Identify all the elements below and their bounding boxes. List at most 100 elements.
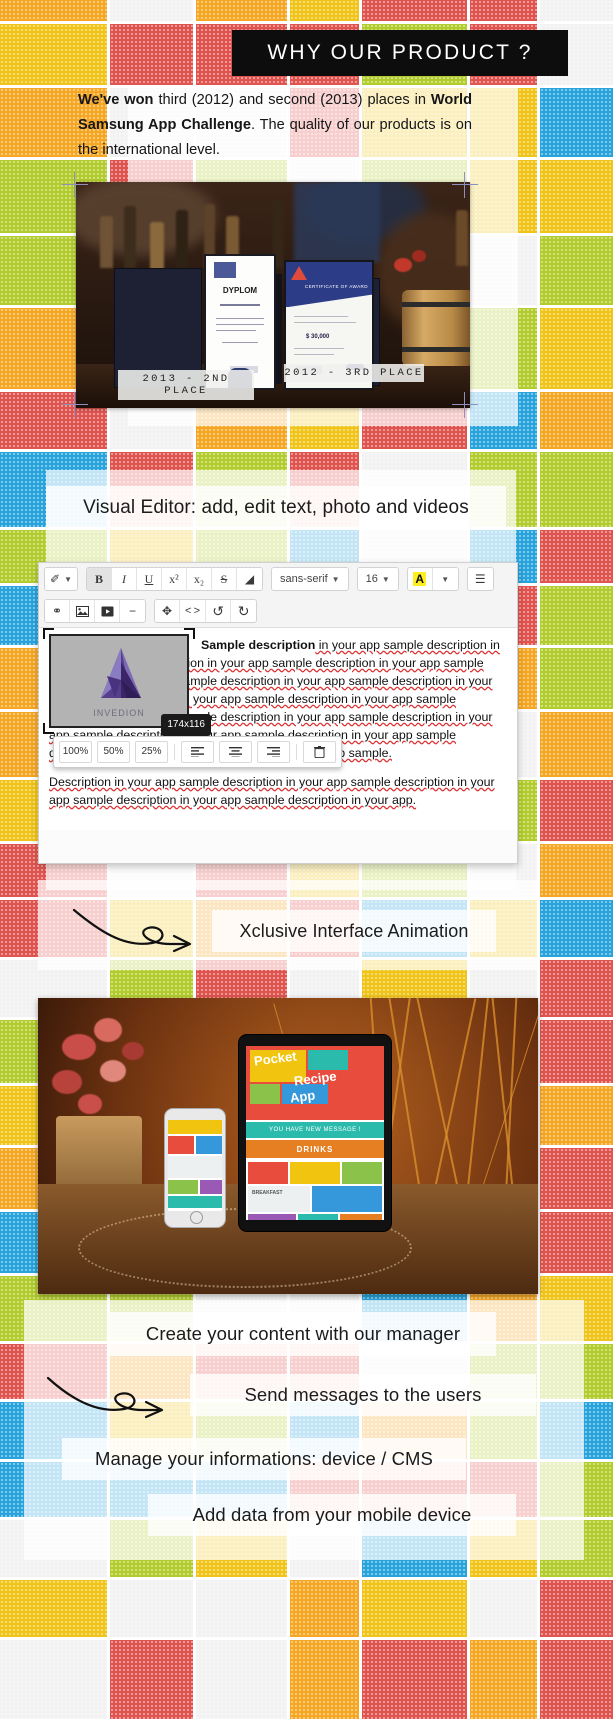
align-left-button[interactable] <box>181 741 214 763</box>
background-tile <box>540 780 613 841</box>
background-tile <box>290 1580 359 1637</box>
popup-separator-2 <box>296 744 297 760</box>
source-code-icon[interactable]: < > <box>180 600 207 622</box>
background-tile <box>540 88 613 157</box>
undo-icon[interactable]: ↺ <box>206 600 232 622</box>
resize-handle-bottom-left[interactable] <box>43 723 54 734</box>
style-picker-icon[interactable]: ✐ ▼ <box>45 568 77 590</box>
intro-text-1: third (2012) and second (2013) places in <box>153 92 431 108</box>
background-tile <box>470 0 537 21</box>
background-tile <box>540 1020 613 1083</box>
image-resize-popup[interactable]: 100% 50% 25% <box>53 736 342 768</box>
background-tile <box>470 1580 537 1637</box>
text-color-button[interactable]: A <box>407 568 433 590</box>
resize-handle-top-right[interactable] <box>184 628 195 639</box>
background-tile <box>540 236 613 305</box>
background-tile <box>540 844 613 897</box>
background-tile <box>540 0 613 21</box>
fullscreen-icon[interactable]: ✥ <box>155 600 180 622</box>
editor-content-area[interactable]: INVEDION 174x116 100% 50% 25% Sample des… <box>39 628 517 830</box>
banner-visual-editor: Visual Editor: add, edit text, photo and… <box>46 486 506 530</box>
background-tile <box>110 1640 193 1719</box>
subscript-button[interactable]: x₂ <box>186 568 212 590</box>
font-size-select[interactable]: 16 ▼ <box>357 568 398 590</box>
underline-button[interactable]: U <box>136 568 162 590</box>
bold-button[interactable]: B <box>86 568 112 590</box>
editor-toolbar-row-2: ⚭ − ✥ < > ↺ ↻ <box>39 595 517 628</box>
banner-visual-editor-label: Visual Editor: add, edit text, photo and… <box>83 497 469 518</box>
crop-mark-bottom-left <box>62 392 88 418</box>
visual-editor-widget[interactable]: ✐ ▼ B I U x² x₂ S ◢ sans-serif ▼ 16 ▼ A ▼ <box>38 562 518 864</box>
background-tile <box>540 960 613 1017</box>
horizontal-rule-icon[interactable]: − <box>120 600 145 622</box>
banner-informations-label: Manage your informations: device / CMS <box>95 1448 433 1469</box>
background-tile <box>196 0 287 21</box>
background-tile <box>110 1580 193 1637</box>
background-tile <box>0 1580 107 1637</box>
zoom-25-button[interactable]: 25% <box>135 741 168 763</box>
devices-photo: Pocket Recipe App YOU HAVE NEW MESSAGE !… <box>38 998 538 1294</box>
toolbar-group-text-color[interactable]: A ▼ <box>406 567 459 591</box>
background-tile <box>290 0 359 21</box>
certificate-title: CERTIFICATE OF AWARD <box>304 284 368 289</box>
background-tile <box>362 1580 467 1637</box>
font-family-select[interactable]: sans-serif ▼ <box>271 568 348 590</box>
banner-mobile-label: Add data from your mobile device <box>192 1504 472 1525</box>
caption-2013: 2013 - 2ND PLACE <box>118 370 254 400</box>
toolbar-group-tools[interactable]: ✥ < > ↺ ↻ <box>154 599 258 623</box>
align-center-button[interactable] <box>219 741 252 763</box>
background-tile <box>110 24 193 85</box>
toolbar-group-font-size[interactable]: 16 ▼ <box>356 567 399 591</box>
banner-messages: Send messages to the users <box>190 1374 536 1416</box>
section-title-bar: WHY OUR PRODUCT ? <box>232 30 568 76</box>
iphone-device <box>164 1108 226 1228</box>
align-right-button[interactable] <box>257 741 290 763</box>
sample-description-bold: Sample description <box>201 638 316 652</box>
zoom-50-button[interactable]: 50% <box>97 741 130 763</box>
italic-button[interactable]: I <box>111 568 137 590</box>
clear-format-icon[interactable]: ◢ <box>236 568 262 590</box>
toolbar-group-style[interactable]: ✐ ▼ <box>44 567 78 591</box>
background-tile <box>290 1640 359 1719</box>
background-tile <box>540 900 613 957</box>
text-color-dropdown-icon[interactable]: ▼ <box>432 568 458 590</box>
superscript-button[interactable]: x² <box>161 568 187 590</box>
toolbar-group-format[interactable]: B I U x² x₂ S ◢ <box>85 567 263 591</box>
stand <box>276 274 282 384</box>
redo-icon[interactable]: ↻ <box>231 600 257 622</box>
background-tile <box>540 712 613 777</box>
resize-handle-top-left[interactable] <box>43 628 54 639</box>
insert-link-icon[interactable]: ⚭ <box>45 600 70 622</box>
flower <box>62 1034 96 1060</box>
insert-video-icon[interactable] <box>95 600 120 622</box>
popup-separator-1 <box>174 744 175 760</box>
background-tile <box>362 0 467 21</box>
curved-arrow-messages-icon <box>46 1376 164 1419</box>
ipad-screen: Pocket Recipe App YOU HAVE NEW MESSAGE !… <box>246 1046 384 1220</box>
background-tile <box>196 1580 287 1637</box>
background-tile <box>540 160 613 233</box>
toolbar-group-font-family[interactable]: sans-serif ▼ <box>270 567 349 591</box>
photo-flower <box>394 258 412 272</box>
background-tile <box>0 24 107 85</box>
unordered-list-icon[interactable]: ☰ <box>467 568 493 590</box>
caption-2012: 2012 - 3RD PLACE <box>284 364 424 382</box>
background-tile <box>540 392 613 449</box>
background-tile <box>540 1212 613 1273</box>
background-tile <box>0 0 107 21</box>
background-tile <box>110 0 193 21</box>
delete-image-button[interactable] <box>303 741 336 763</box>
insert-image-icon[interactable] <box>70 600 95 622</box>
banner-animation: Xclusive Interface Animation <box>212 910 496 952</box>
toolbar-group-insert[interactable]: ⚭ − <box>44 599 146 623</box>
editor-paragraph-2: Description in your app sample descripti… <box>49 775 495 807</box>
crop-mark-top-right <box>452 172 478 198</box>
diploma-title: DYPLOM <box>222 286 258 295</box>
zoom-100-button[interactable]: 100% <box>59 741 92 763</box>
background-tile <box>540 648 613 709</box>
selected-image-wrapper[interactable]: INVEDION 174x116 <box>43 628 211 736</box>
background-tile <box>540 1580 613 1637</box>
banner-animation-label: Xclusive Interface Animation <box>239 920 469 941</box>
toolbar-group-lists[interactable]: ☰ <box>466 567 494 591</box>
strikethrough-button[interactable]: S <box>211 568 237 590</box>
